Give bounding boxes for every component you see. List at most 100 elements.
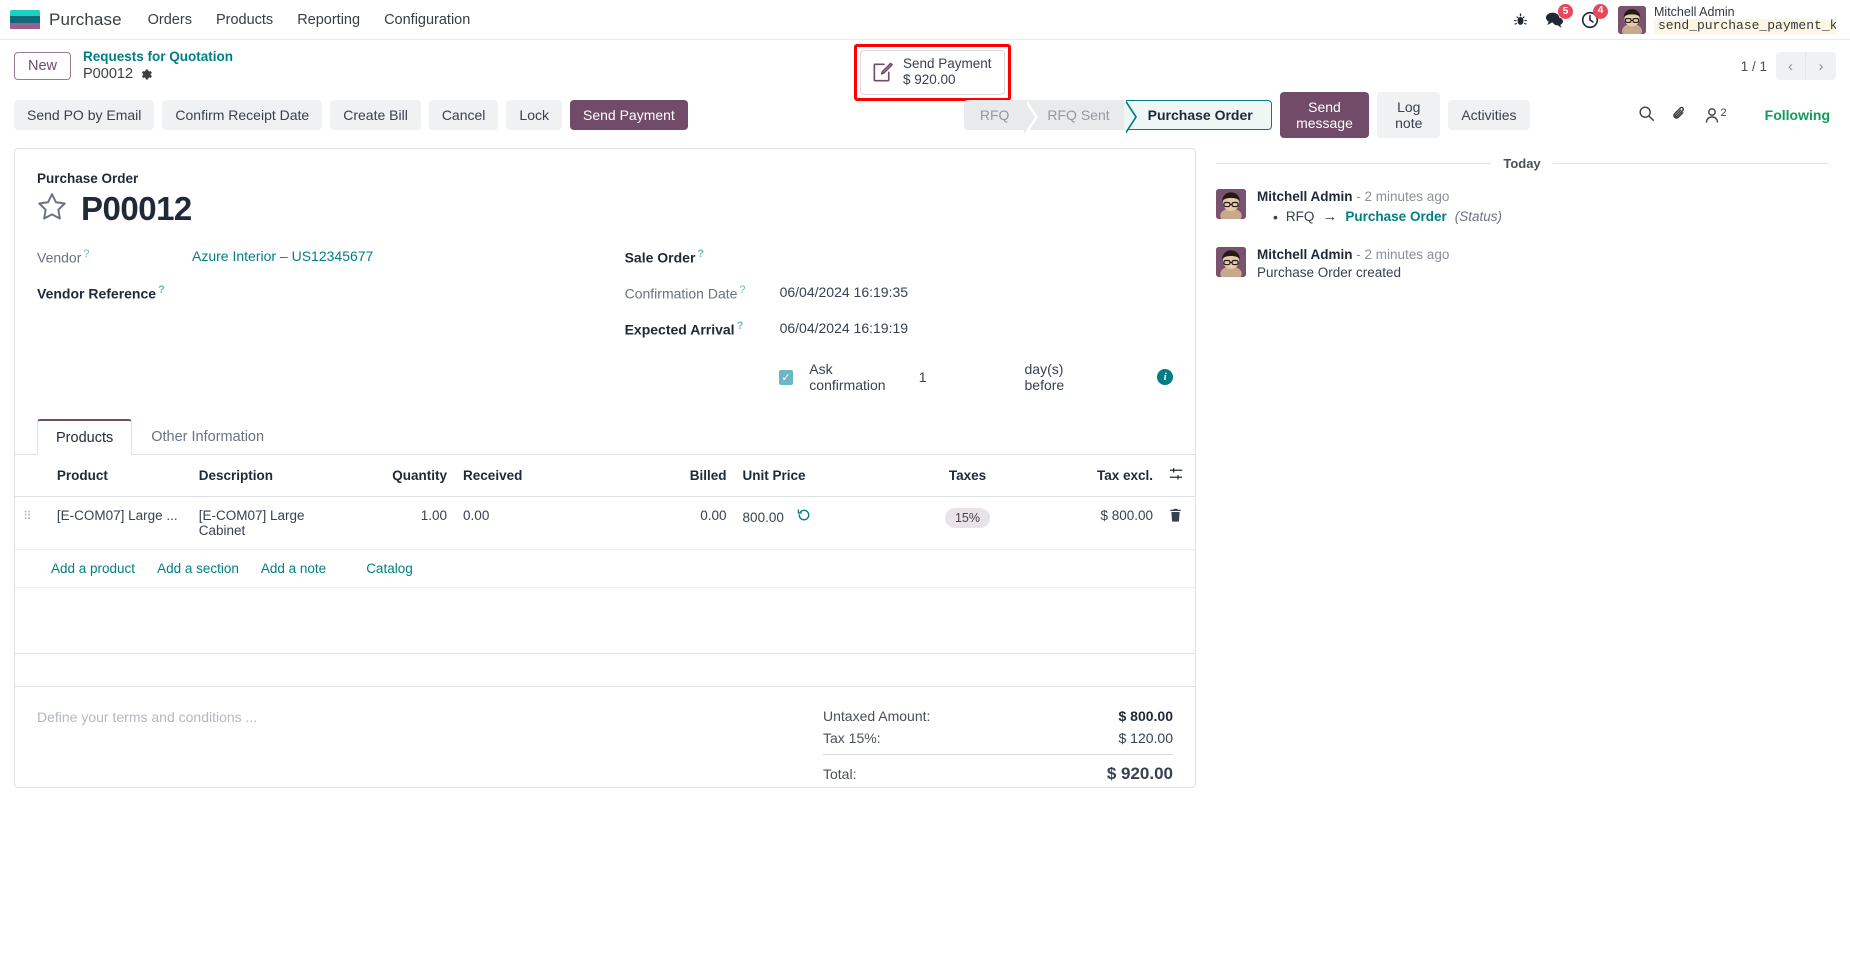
menu-item-orders[interactable]: Orders <box>148 12 192 28</box>
chatter-day-separator: Today <box>1216 156 1829 171</box>
bug-icon[interactable] <box>1513 12 1528 27</box>
gear-icon[interactable] <box>140 68 153 81</box>
cell-quantity[interactable]: 1.00 <box>359 496 456 550</box>
activities-button[interactable]: Activities <box>1448 100 1530 130</box>
field-sale-order-label: Sale Order? <box>624 248 705 266</box>
price-history-icon[interactable] <box>797 509 811 525</box>
tracking-field-name: (Status) <box>1454 209 1502 224</box>
pager: 1 / 1 ‹ › <box>1741 52 1836 80</box>
col-unit-price[interactable]: Unit Price <box>734 455 894 497</box>
star-icon[interactable] <box>37 192 67 227</box>
app-name[interactable]: Purchase <box>49 10 122 30</box>
chatter-panel: Today Mitchell Admin - 2 minutes ago • R… <box>1216 148 1829 302</box>
field-expected-arrival-value[interactable]: 06/04/2024 16:19:19 <box>780 320 908 336</box>
add-a-section-link[interactable]: Add a section <box>157 561 239 576</box>
cell-billed[interactable]: 0.00 <box>643 496 735 550</box>
search-icon[interactable] <box>1638 105 1655 125</box>
right-field-column: Sale Order? Confirmation Date? 06/04/202… <box>625 248 1173 393</box>
cell-unit-price[interactable]: 800.00 <box>734 496 894 550</box>
catalog-link[interactable]: Catalog <box>366 561 413 576</box>
cancel-button[interactable]: Cancel <box>428 100 499 130</box>
chatter-message-header: Mitchell Admin - 2 minutes ago <box>1257 189 1828 204</box>
cell-product[interactable]: [E-COM07] Large ... <box>48 496 191 550</box>
navbar-right: 5 4 Mitchell Admin send_purchase_payment… <box>1513 3 1836 35</box>
pager-next-button[interactable]: › <box>1806 52 1836 80</box>
trash-icon[interactable] <box>1169 508 1182 525</box>
col-options <box>1161 455 1195 497</box>
odoo-logo-icon[interactable] <box>10 9 40 30</box>
table-row[interactable]: ⠿ [E-COM07] Large ... [E-COM07] Large Ca… <box>15 496 1195 550</box>
field-confirmation-date: Confirmation Date? 06/04/2024 16:19:35 <box>625 284 1173 320</box>
breadcrumb: Requests for Quotation P00012 <box>83 49 233 84</box>
col-taxes[interactable]: Taxes <box>893 455 1042 497</box>
lock-button[interactable]: Lock <box>506 100 562 130</box>
drag-handle-icon[interactable]: ⠿ <box>23 509 33 523</box>
paperclip-icon[interactable] <box>1671 105 1688 125</box>
menu-item-products[interactable]: Products <box>216 12 273 28</box>
tab-other-information[interactable]: Other Information <box>132 419 283 454</box>
confirm-receipt-date-button[interactable]: Confirm Receipt Date <box>162 100 323 130</box>
table-header-row: Product Description Quantity Received Bi… <box>15 455 1195 497</box>
stage-rfq-sent[interactable]: RFQ Sent <box>1025 100 1137 134</box>
total-tax-amount: $ 120.00 <box>1118 730 1174 746</box>
field-vendor-reference: Vendor Reference? <box>37 284 625 320</box>
col-received[interactable]: Received <box>455 455 644 497</box>
menu-item-configuration[interactable]: Configuration <box>384 12 470 28</box>
send-payment-smart-amount: $ 920.00 <box>903 72 956 88</box>
log-note-button[interactable]: Log note <box>1377 92 1441 138</box>
messages-icon[interactable]: 5 <box>1545 4 1573 28</box>
total-tax-label[interactable]: Tax 15%: <box>823 730 881 746</box>
user-info: Mitchell Admin send_purchase_payment_kn… <box>1654 4 1836 35</box>
user-menu[interactable]: Mitchell Admin send_purchase_payment_kn… <box>1618 4 1836 35</box>
terms-and-conditions-input[interactable]: Define your terms and conditions ... <box>37 705 823 787</box>
stage-rfq[interactable]: RFQ <box>963 100 1038 134</box>
field-sale-order: Sale Order? <box>625 248 1173 284</box>
cell-taxes[interactable]: 15% <box>893 496 1042 550</box>
ask-confirmation-checkbox[interactable]: ✓ <box>778 369 794 385</box>
main-menu: Orders Products Reporting Configuration <box>148 12 471 28</box>
total-amount: $ 920.00 <box>1106 764 1173 783</box>
col-description[interactable]: Description <box>190 455 360 497</box>
field-confirmation-date-value[interactable]: 06/04/2024 16:19:35 <box>780 284 908 300</box>
top-navbar: Purchase Orders Products Reporting Confi… <box>0 0 1850 40</box>
stage-purchase-order[interactable]: Purchase Order <box>1125 100 1272 130</box>
adjust-columns-icon[interactable] <box>1169 468 1183 484</box>
chatter-message-author[interactable]: Mitchell Admin <box>1257 189 1353 204</box>
breadcrumb-parent[interactable]: Requests for Quotation <box>83 49 233 66</box>
create-bill-button[interactable]: Create Bill <box>330 100 421 130</box>
add-a-note-link[interactable]: Add a note <box>261 561 326 576</box>
clock-icon[interactable]: 4 <box>1581 3 1608 29</box>
following-status[interactable]: Following <box>1765 107 1830 123</box>
add-a-product-link[interactable]: Add a product <box>51 561 135 576</box>
add-links: Add a product Add a section Add a note C… <box>23 561 1187 576</box>
bullet-icon: • <box>1273 208 1278 225</box>
total-label: Total: <box>823 766 857 782</box>
send-payment-smart-button[interactable]: Send Payment $ 920.00 <box>860 50 1005 95</box>
field-vendor-value[interactable]: Azure Interior – US12345677 <box>192 248 373 264</box>
chatter-toolbar: Send message Log note Activities 2 Follo… <box>1279 92 1836 138</box>
send-payment-button[interactable]: Send Payment <box>569 100 688 130</box>
followers-button[interactable]: 2 <box>1704 107 1727 124</box>
col-quantity[interactable]: Quantity <box>359 455 456 497</box>
new-button[interactable]: New <box>14 52 72 80</box>
send-message-button[interactable]: Send message <box>1279 92 1370 138</box>
tab-products[interactable]: Products <box>37 419 133 455</box>
user-database-text: send_purchase_payment_kn… <box>1658 19 1836 34</box>
breadcrumb-current-wrap: P00012 <box>83 65 233 83</box>
chatter-message-author[interactable]: Mitchell Admin <box>1257 247 1353 262</box>
pager-previous-button[interactable]: ‹ <box>1776 52 1806 80</box>
cell-description[interactable]: [E-COM07] Large Cabinet <box>190 496 360 550</box>
row-drag-handle[interactable]: ⠿ <box>15 496 49 550</box>
info-icon[interactable]: i <box>1157 369 1173 385</box>
col-product[interactable]: Product <box>48 455 191 497</box>
user-name: Mitchell Admin <box>1654 4 1735 19</box>
main-content: Purchase Order P00012 Vendor? Azure Inte… <box>0 148 1850 788</box>
cell-delete[interactable] <box>1161 496 1195 550</box>
send-po-by-email-button[interactable]: Send PO by Email <box>14 100 155 130</box>
col-tax-excl[interactable]: Tax excl. <box>1041 455 1161 497</box>
menu-item-reporting[interactable]: Reporting <box>297 12 360 28</box>
cell-received[interactable]: 0.00 <box>455 496 644 550</box>
field-columns: Vendor? Azure Interior – US12345677 Vend… <box>37 248 1173 393</box>
col-billed[interactable]: Billed <box>643 455 735 497</box>
ask-confirmation-days-input[interactable]: 1 <box>919 369 927 385</box>
